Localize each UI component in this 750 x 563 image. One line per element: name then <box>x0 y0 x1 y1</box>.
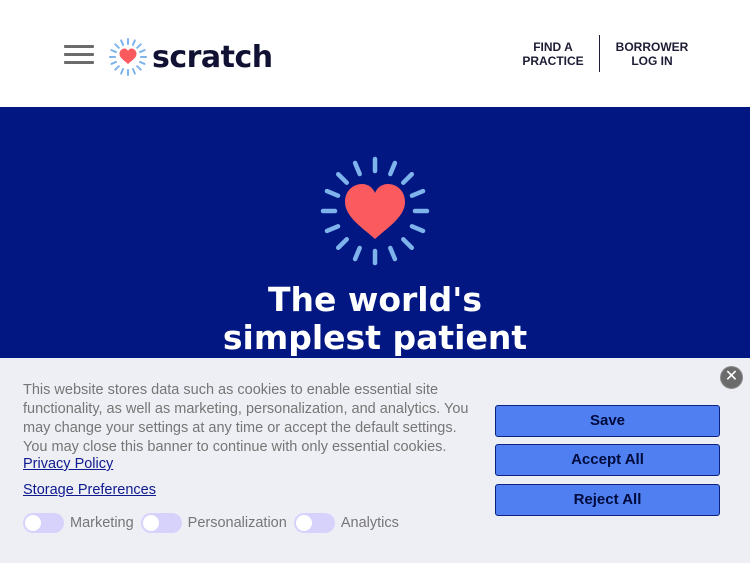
close-icon: ✕ <box>724 368 739 385</box>
burst-ray <box>388 245 398 262</box>
hero-title-line2: simplest patient <box>222 318 528 357</box>
burst-ray <box>335 237 349 251</box>
find-practice-line2: PRACTICE <box>522 54 584 68</box>
burst-ray <box>114 65 120 71</box>
borrower-line1: BORROWER <box>615 40 689 54</box>
personalization-toggle[interactable] <box>140 513 182 533</box>
burst-ray <box>409 224 426 234</box>
burst-ray <box>335 171 349 185</box>
analytics-toggle[interactable] <box>293 513 335 533</box>
burst-ray <box>139 60 146 65</box>
burst-ray <box>139 49 146 54</box>
burst-ray <box>352 160 362 177</box>
heart-burst-icon <box>320 156 430 266</box>
burst-ray <box>136 43 142 49</box>
scratch-logo-link[interactable]: scratch <box>108 37 273 77</box>
personalization-toggle-label: Personalization <box>187 515 287 531</box>
burst-ray <box>409 188 426 198</box>
privacy-policy-link[interactable]: Privacy Policy <box>23 456 113 472</box>
borrower-line2: LOG IN <box>631 54 673 68</box>
burst-ray <box>352 245 362 262</box>
toggle-group-marketing: Marketing <box>23 513 134 533</box>
heart-burst-icon <box>109 38 147 76</box>
burst-ray <box>110 49 117 54</box>
burst-ray <box>388 160 398 177</box>
toggle-group-analytics: Analytics <box>293 513 399 533</box>
hamburger-menu-icon-line <box>64 61 94 64</box>
burst-ray <box>110 60 117 65</box>
reject-all-button[interactable]: Reject All <box>495 484 720 516</box>
nav-divider <box>599 35 600 72</box>
site-header: scratch FIND A PRACTICE BORROWER LOG IN <box>0 0 750 107</box>
logo-wordmark: scratch <box>152 39 273 75</box>
hamburger-menu-icon-line <box>64 53 94 56</box>
toggle-group-personalization: Personalization <box>140 513 287 533</box>
accept-all-button[interactable]: Accept All <box>495 444 720 476</box>
save-button[interactable]: Save <box>495 405 720 437</box>
hamburger-menu-icon <box>64 45 94 48</box>
marketing-toggle-label: Marketing <box>70 515 134 531</box>
borrower-login-link[interactable]: BORROWER LOG IN <box>614 40 690 68</box>
burst-ray <box>324 188 341 198</box>
find-a-practice-link[interactable]: FIND A PRACTICE <box>519 40 587 68</box>
burst-ray <box>114 43 120 49</box>
marketing-toggle[interactable] <box>23 513 64 533</box>
analytics-toggle-label: Analytics <box>340 515 399 531</box>
cookie-toggles: Marketing Personalization Analytics <box>23 512 406 534</box>
burst-ray <box>120 68 125 75</box>
burst-ray <box>401 171 415 185</box>
toggle-knob <box>142 515 159 531</box>
storage-preferences-link[interactable]: Storage Preferences <box>23 482 156 498</box>
hamburger-menu-button[interactable] <box>64 42 95 66</box>
burst-ray <box>120 39 125 46</box>
burst-ray <box>131 39 136 46</box>
toggle-knob <box>25 515 41 531</box>
burst-ray <box>401 237 415 251</box>
burst-ray <box>131 68 136 75</box>
cookie-banner-text: This website stores data such as cookies… <box>23 382 469 455</box>
hero-title-line1: The world's <box>268 280 482 319</box>
hero-section: The world's simplest patient <box>0 107 750 367</box>
burst-ray <box>324 224 341 234</box>
find-practice-line1: FIND A <box>533 40 573 54</box>
burst-ray <box>136 65 142 71</box>
toggle-knob <box>295 515 312 531</box>
hero-title: The world's simplest patient <box>0 281 750 357</box>
close-banner-button[interactable]: ✕ <box>720 366 743 389</box>
